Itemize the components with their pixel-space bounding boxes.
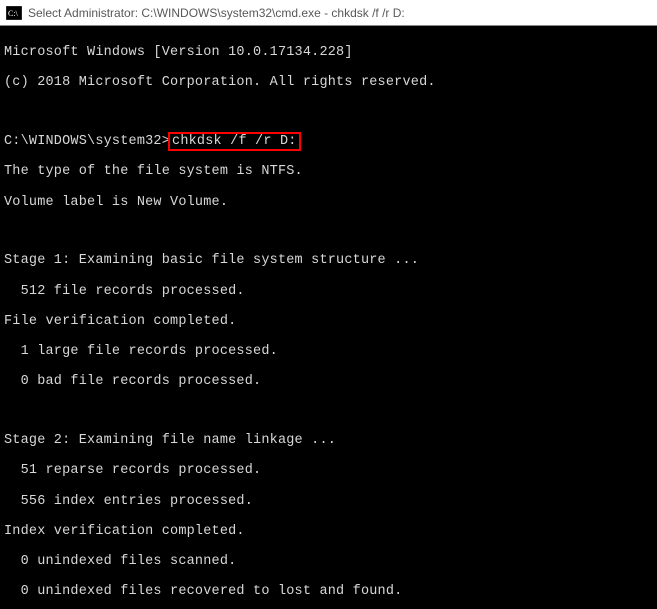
- output-line: 0 unindexed files scanned.: [4, 554, 653, 569]
- output-line: 1 large file records processed.: [4, 344, 653, 359]
- output-line: Volume label is New Volume.: [4, 195, 653, 210]
- output-line: Stage 2: Examining file name linkage ...: [4, 433, 653, 448]
- cmd-icon: C:\: [6, 6, 22, 20]
- output-line: [4, 225, 653, 239]
- svg-text:C:\: C:\: [8, 9, 19, 18]
- output-line: 512 file records processed.: [4, 284, 653, 299]
- prompt-line: C:\WINDOWS\system32>chkdsk /f /r D:: [4, 134, 653, 149]
- output-line: 0 unindexed files recovered to lost and …: [4, 584, 653, 599]
- output-line: [4, 405, 653, 419]
- output-line: Index verification completed.: [4, 524, 653, 539]
- output-line: The type of the file system is NTFS.: [4, 164, 653, 179]
- output-line: 51 reparse records processed.: [4, 463, 653, 478]
- titlebar[interactable]: C:\ Select Administrator: C:\WINDOWS\sys…: [0, 0, 657, 26]
- output-line: 556 index entries processed.: [4, 494, 653, 509]
- window-title: Select Administrator: C:\WINDOWS\system3…: [28, 6, 651, 20]
- output-line: File verification completed.: [4, 314, 653, 329]
- highlighted-command: chkdsk /f /r D:: [168, 132, 301, 151]
- output-line: (c) 2018 Microsoft Corporation. All righ…: [4, 75, 653, 90]
- output-line: [4, 106, 653, 120]
- output-line: Stage 1: Examining basic file system str…: [4, 253, 653, 268]
- prompt: C:\WINDOWS\system32>: [4, 134, 170, 149]
- output-line: Microsoft Windows [Version 10.0.17134.22…: [4, 45, 653, 60]
- cmd-window: C:\ Select Administrator: C:\WINDOWS\sys…: [0, 0, 657, 609]
- terminal-output[interactable]: Microsoft Windows [Version 10.0.17134.22…: [0, 26, 657, 609]
- output-line: 0 bad file records processed.: [4, 374, 653, 389]
